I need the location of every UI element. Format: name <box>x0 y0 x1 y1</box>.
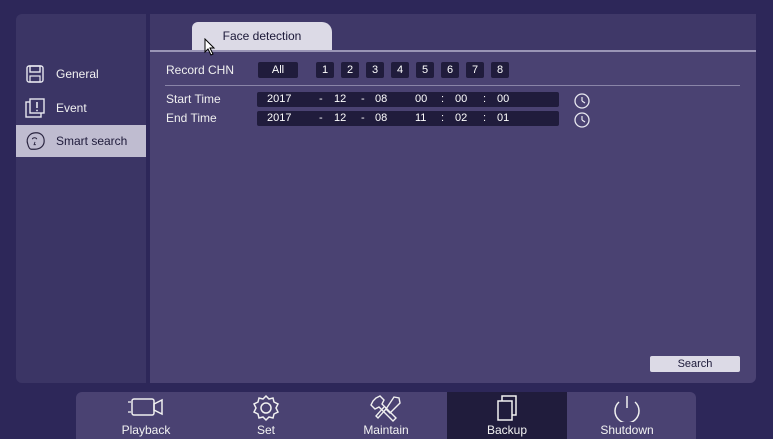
end-time-field[interactable]: 2017 - 12 - 08 11 : 02 : 01 <box>257 111 559 126</box>
app-frame: General Event Smart search Face detectio… <box>0 0 773 439</box>
record-chn-label: Record CHN <box>166 63 235 77</box>
divider <box>165 85 740 86</box>
nav-label: Backup <box>486 423 528 437</box>
start-second[interactable]: 00 <box>497 93 509 105</box>
start-clock-icon[interactable] <box>573 92 591 110</box>
sidebar-item-event[interactable]: Event <box>16 92 146 124</box>
channel-7-button[interactable]: 7 <box>466 62 484 78</box>
nav-shutdown[interactable]: Shutdown <box>567 392 687 439</box>
sidebar-item-general[interactable]: General <box>16 58 146 90</box>
end-clock-icon[interactable] <box>573 111 591 129</box>
nav-label: Maintain <box>363 423 409 437</box>
bottom-nav-bar: Playback Set Maintain Backup Shutdown <box>76 392 696 439</box>
date-separator: - <box>319 93 323 105</box>
nav-label: Shutdown <box>600 423 654 437</box>
channel-3-button[interactable]: 3 <box>366 62 384 78</box>
gear-icon <box>252 394 280 422</box>
start-hour[interactable]: 00 <box>415 93 427 105</box>
channel-1-button[interactable]: 1 <box>316 62 334 78</box>
sidebar-item-label: General <box>56 67 99 81</box>
end-hour[interactable]: 11 <box>415 112 426 124</box>
main-panel: Face detection Record CHN All 1 2 3 4 5 … <box>150 14 756 383</box>
sidebar: General Event Smart search <box>16 14 146 383</box>
time-separator: : <box>441 93 445 105</box>
channel-8-button[interactable]: 8 <box>491 62 509 78</box>
power-icon <box>614 396 640 422</box>
channel-2-button[interactable]: 2 <box>341 62 359 78</box>
copy-icon <box>497 395 517 421</box>
end-year[interactable]: 2017 <box>267 112 291 124</box>
end-time-label: End Time <box>166 111 217 125</box>
nav-maintain[interactable]: Maintain <box>326 392 446 439</box>
nav-label: Playback <box>121 423 171 437</box>
camera-icon <box>128 398 163 416</box>
end-second[interactable]: 01 <box>497 112 509 124</box>
sidebar-item-label: Event <box>56 101 87 115</box>
save-icon <box>24 64 46 84</box>
time-separator: : <box>441 112 445 124</box>
sidebar-item-smart-search[interactable]: Smart search <box>16 125 146 157</box>
tab-label: Face detection <box>222 29 302 43</box>
nav-backup[interactable]: Backup <box>447 392 567 439</box>
tab-bar: Face detection <box>150 14 756 56</box>
tools-icon <box>370 395 401 422</box>
search-button[interactable]: Search <box>650 356 740 372</box>
time-separator: : <box>483 93 487 105</box>
start-year[interactable]: 2017 <box>267 93 291 105</box>
time-separator: : <box>483 112 487 124</box>
channel-5-button[interactable]: 5 <box>416 62 434 78</box>
channel-4-button[interactable]: 4 <box>391 62 409 78</box>
end-day[interactable]: 08 <box>375 112 387 124</box>
start-time-field[interactable]: 2017 - 12 - 08 00 : 00 : 00 <box>257 92 559 107</box>
start-day[interactable]: 08 <box>375 93 387 105</box>
start-minute[interactable]: 00 <box>455 93 467 105</box>
date-separator: - <box>319 112 323 124</box>
nav-label: Set <box>256 423 275 437</box>
nav-set[interactable]: Set <box>206 392 326 439</box>
channel-6-button[interactable]: 6 <box>441 62 459 78</box>
event-icon <box>24 98 46 118</box>
nav-playback[interactable]: Playback <box>86 392 206 439</box>
date-separator: - <box>361 112 365 124</box>
face-icon <box>24 131 46 151</box>
end-month[interactable]: 12 <box>334 112 346 124</box>
start-month[interactable]: 12 <box>334 93 346 105</box>
start-time-label: Start Time <box>166 92 221 106</box>
mouse-cursor-icon <box>204 38 216 56</box>
end-minute[interactable]: 02 <box>455 112 467 124</box>
date-separator: - <box>361 93 365 105</box>
channel-all-button[interactable]: All <box>258 62 298 78</box>
sidebar-item-label: Smart search <box>56 134 128 148</box>
